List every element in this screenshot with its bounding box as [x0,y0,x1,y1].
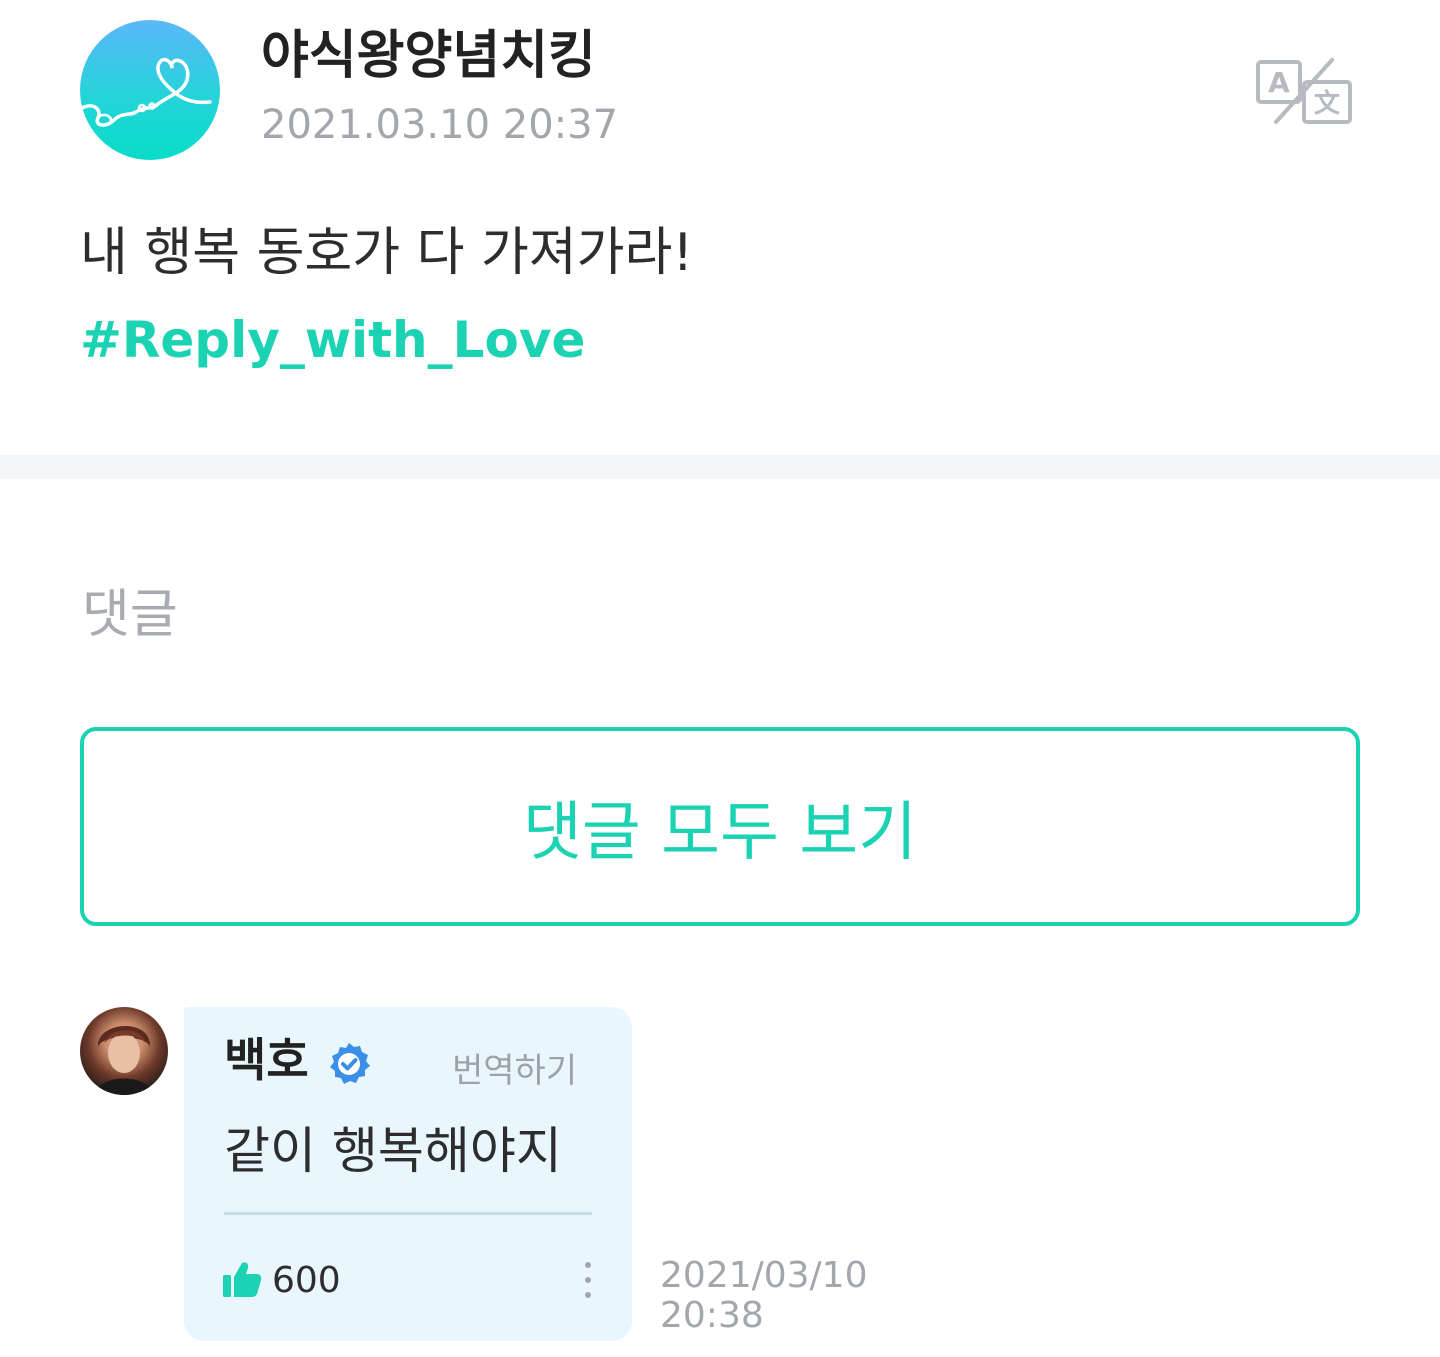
hashtag-link[interactable]: #Reply_with_Love [80,308,585,372]
translate-icon: A 文 [1256,58,1352,124]
thumbs-up-icon [223,1262,262,1297]
author-avatar[interactable] [80,20,220,160]
like-button[interactable] [222,1259,262,1299]
comment-date: 2021/03/10 [660,1255,868,1296]
view-all-comments-button[interactable]: 댓글 모두 보기 [80,727,1360,926]
translate-button[interactable]: A 文 [1252,56,1356,128]
post-timestamp: 2021.03.10 20:37 [261,102,619,148]
author-name[interactable]: 야식왕양념치킹 [261,24,596,88]
like-count: 600 [272,1260,341,1301]
comment-divider [224,1212,592,1215]
commenter-avatar[interactable] [80,1007,168,1095]
comment-text: 같이 행복해야지 [224,1122,562,1180]
heart-string-logo-icon [80,57,212,127]
svg-text:A: A [1268,66,1290,99]
svg-text:文: 文 [1314,88,1341,119]
comment-time: 20:38 [660,1295,764,1336]
comment-bubble: 백호 번역하기 같이 행복해야지 600 [184,1007,632,1341]
comment-translate-link[interactable]: 번역하기 [452,1049,577,1093]
commenter-photo-icon [94,1025,154,1095]
more-options-button[interactable] [578,1257,598,1303]
commenter-name[interactable]: 백호 [224,1031,309,1089]
section-divider [0,455,1440,479]
verified-badge-icon [326,1041,372,1087]
comment-timestamp: 2021/03/10 20:38 [660,1256,868,1336]
comments-section-title: 댓글 [82,585,178,645]
post-body-text: 내 행복 동호가 다 가져가라! [80,223,694,283]
post-header: 야식왕양념치킹 2021.03.10 20:37 A 文 [0,0,1440,200]
more-vertical-icon [585,1262,591,1298]
